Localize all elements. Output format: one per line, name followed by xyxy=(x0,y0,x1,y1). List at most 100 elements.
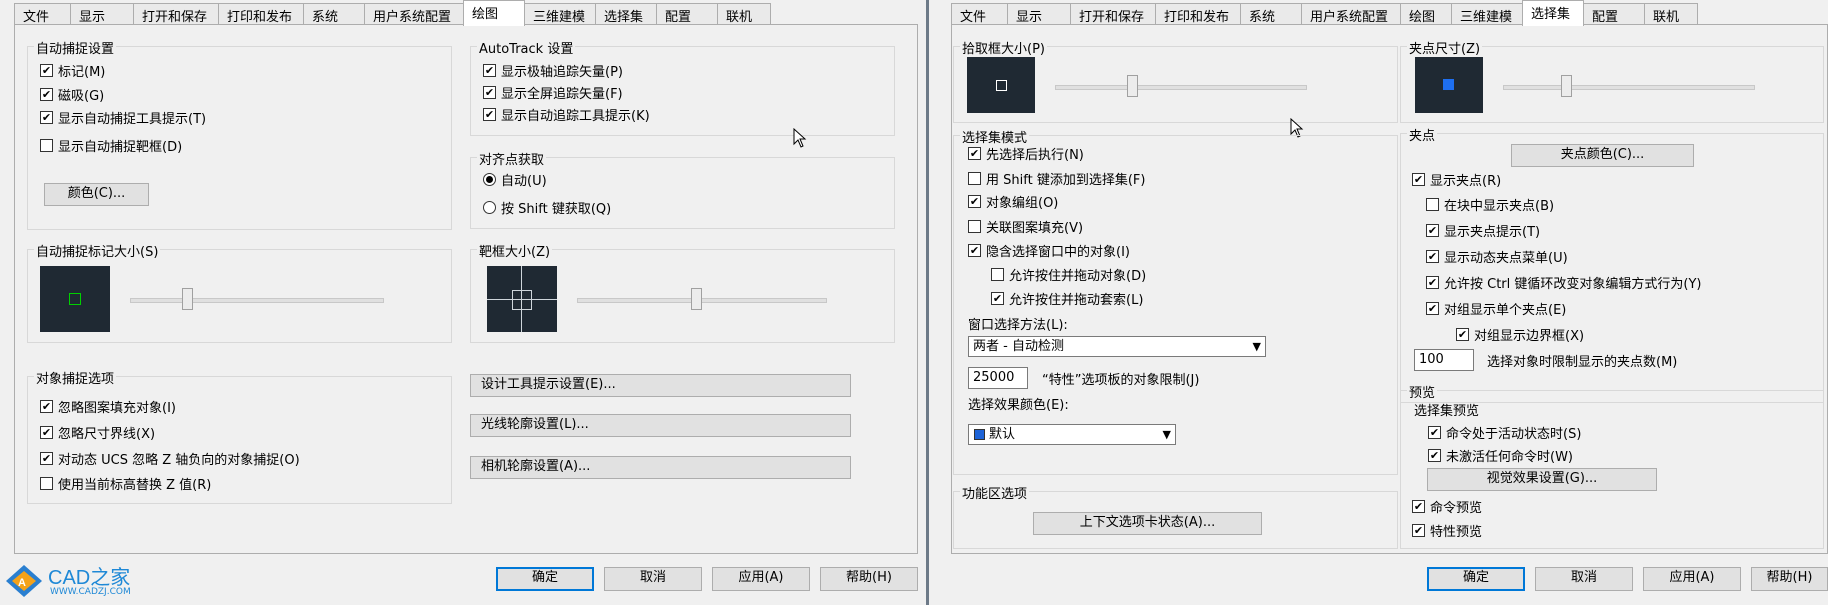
tab-user-preferences[interactable]: 用户系统配置 xyxy=(1301,3,1401,25)
show-grips-checkbox[interactable]: ✔ 显示夹点(R) xyxy=(1412,170,1501,189)
checkbox-unchecked-icon xyxy=(1426,197,1439,211)
shift-add-selection-checkbox[interactable]: 用 Shift 键添加到选择集(F) xyxy=(968,169,1145,188)
ok-button[interactable]: 确定 xyxy=(496,567,594,591)
autosnap-aperture-checkbox[interactable]: 显示自动捕捉靶框(D) xyxy=(40,136,182,155)
implied-windowing-checkbox[interactable]: ✔ 隐含选择窗口中的对象(I) xyxy=(968,241,1130,260)
apply-button[interactable]: 应用(A) xyxy=(712,567,810,591)
grip-size-slider-track[interactable] xyxy=(1503,85,1755,90)
grip-size-slider-thumb[interactable] xyxy=(1561,75,1572,97)
noun-verb-selection-checkbox[interactable]: ✔ 先选择后执行(N) xyxy=(968,144,1084,163)
properties-object-limit-input[interactable]: 25000 xyxy=(968,367,1028,389)
checkbox-checked-icon: ✔ xyxy=(1412,499,1425,513)
single-grip-groups-checkbox[interactable]: ✔ 对组显示单个夹点(E) xyxy=(1426,299,1566,318)
checkbox-unchecked-icon xyxy=(968,219,981,233)
tab-display[interactable]: 显示 xyxy=(70,3,134,25)
tab-system[interactable]: 系统 xyxy=(1240,3,1302,25)
pickbox-icon xyxy=(996,80,1007,91)
checkbox-checked-icon: ✔ xyxy=(991,291,1004,305)
autosnap-color-button[interactable]: 颜色(C)... xyxy=(44,183,149,206)
selection-effect-color-select[interactable]: 默认 ▼ xyxy=(968,424,1176,445)
tab-file[interactable]: 文件 xyxy=(14,3,71,25)
tab-plot-publish[interactable]: 打印和发布 xyxy=(1155,3,1241,25)
tab-selection[interactable]: 选择集 xyxy=(1522,0,1584,26)
tab-selection[interactable]: 选择集 xyxy=(595,3,657,25)
command-preview-checkbox[interactable]: ✔ 命令预览 xyxy=(1412,497,1482,516)
tab-profiles[interactable]: 配置 xyxy=(656,3,718,25)
contextual-tab-states-button[interactable]: 上下文选项卡状态(A)... xyxy=(1033,512,1262,535)
object-grouping-checkbox[interactable]: ✔ 对象编组(O) xyxy=(968,192,1058,211)
autosnap-magnet-checkbox[interactable]: ✔ 磁吸(G) xyxy=(40,85,104,104)
acquire-shift-radio[interactable]: 按 Shift 键获取(Q) xyxy=(483,198,611,217)
design-tooltip-settings-button[interactable]: 设计工具提示设置(E)... xyxy=(470,374,851,397)
tab-profiles[interactable]: 配置 xyxy=(1583,3,1645,25)
aperture-size-slider-track[interactable] xyxy=(577,298,827,303)
preview-when-command-active-checkbox[interactable]: ✔ 命令处于活动状态时(S) xyxy=(1428,423,1581,442)
tab-drafting[interactable]: 绘图 xyxy=(1400,3,1452,25)
replace-z-elevation-checkbox[interactable]: 使用当前标高替换 Z 值(R) xyxy=(40,474,211,493)
checkbox-checked-icon: ✔ xyxy=(1412,523,1425,537)
press-drag-lasso-checkbox[interactable]: ✔ 允许按住并拖动套索(L) xyxy=(991,289,1143,308)
show-grips-in-blocks-checkbox[interactable]: 在块中显示夹点(B) xyxy=(1426,195,1554,214)
aperture-box-icon xyxy=(512,290,532,310)
polar-tracking-vector-checkbox[interactable]: ✔ 显示极轴追踪矢量(P) xyxy=(483,61,623,80)
tab-display[interactable]: 显示 xyxy=(1007,3,1071,25)
visual-effect-settings-button[interactable]: 视觉效果设置(G)... xyxy=(1427,468,1657,491)
cadzj-logo: A CAD之家 WWW.CADZJ.COM xyxy=(4,561,144,601)
grip-colors-button[interactable]: 夹点颜色(C)... xyxy=(1511,144,1694,167)
chevron-down-icon: ▼ xyxy=(1252,340,1261,353)
group-bounding-box-checkbox[interactable]: ✔ 对组显示边界框(X) xyxy=(1456,325,1584,344)
autosnap-marker-checkbox[interactable]: ✔ 标记(M) xyxy=(40,61,105,80)
acquire-automatic-radio[interactable]: 自动(U) xyxy=(483,170,547,189)
pickbox-slider-track[interactable] xyxy=(1055,85,1307,90)
tab-drafting[interactable]: 绘图 xyxy=(463,0,525,26)
grip-size-title: 夹点尺寸(Z) xyxy=(1407,38,1483,57)
property-preview-checkbox[interactable]: ✔ 特性预览 xyxy=(1412,521,1482,540)
tab-file[interactable]: 文件 xyxy=(951,3,1008,25)
alignment-acquisition-title: 对齐点获取 xyxy=(477,149,547,168)
tab-online[interactable]: 联机 xyxy=(717,3,771,25)
ignore-dimension-extension-checkbox[interactable]: ✔ 忽略尺寸界线(X) xyxy=(40,423,155,442)
tab-open-save[interactable]: 打开和保存 xyxy=(133,3,219,25)
tab-user-preferences[interactable]: 用户系统配置 xyxy=(364,3,464,25)
light-glyph-settings-button[interactable]: 光线轮廓设置(L)... xyxy=(470,414,851,437)
fullscreen-tracking-vector-checkbox[interactable]: ✔ 显示全屏追踪矢量(F) xyxy=(483,83,623,102)
dynamic-grip-menu-checkbox[interactable]: ✔ 显示动态夹点菜单(U) xyxy=(1426,247,1568,266)
ribbon-options-group: 功能区选项 上下文选项卡状态(A)... xyxy=(953,483,1398,549)
ok-button[interactable]: 确定 xyxy=(1427,567,1525,591)
help-button[interactable]: 帮助(H) xyxy=(1751,567,1828,591)
window-method-select[interactable]: 两者 - 自动检测 ▼ xyxy=(968,336,1266,357)
selection-effect-color-label: 选择效果颜色(E): xyxy=(968,398,1069,413)
autotrack-tooltip-checkbox[interactable]: ✔ 显示自动追踪工具提示(K) xyxy=(483,105,650,124)
tab-system[interactable]: 系统 xyxy=(303,3,365,25)
checkbox-checked-icon: ✔ xyxy=(968,146,981,160)
checkbox-checked-icon: ✔ xyxy=(968,243,981,257)
cancel-button[interactable]: 取消 xyxy=(604,567,702,591)
selection-modes-group: 选择集模式 ✔ 先选择后执行(N) 用 Shift 键添加到选择集(F) ✔ 对象编… xyxy=(953,127,1398,475)
cancel-button[interactable]: 取消 xyxy=(1535,567,1633,591)
aperture-size-group: 靶框大小(Z) xyxy=(470,241,895,343)
ignore-negative-z-checkbox[interactable]: ✔ 对动态 UCS 忽略 Z 轴负向的对象捕捉(O) xyxy=(40,449,300,468)
grip-display-limit-input[interactable]: 100 xyxy=(1414,349,1474,371)
autosnap-tooltip-checkbox[interactable]: ✔ 显示自动捕捉工具提示(T) xyxy=(40,108,206,127)
ignore-hatch-checkbox[interactable]: ✔ 忽略图案填充对象(I) xyxy=(40,397,176,416)
tab-3d-modeling[interactable]: 三维建模 xyxy=(524,3,596,25)
camera-glyph-settings-button[interactable]: 相机轮廓设置(A)... xyxy=(470,456,851,479)
marker-size-slider-track[interactable] xyxy=(130,298,384,303)
associative-hatch-checkbox[interactable]: 关联图案填充(V) xyxy=(968,217,1083,236)
preview-when-no-command-checkbox[interactable]: ✔ 未激活任何命令时(W) xyxy=(1428,446,1573,465)
aperture-size-slider-thumb[interactable] xyxy=(691,288,702,310)
tab-3d-modeling[interactable]: 三维建模 xyxy=(1451,3,1523,25)
tab-online[interactable]: 联机 xyxy=(1644,3,1698,25)
tab-plot-publish[interactable]: 打印和发布 xyxy=(218,3,304,25)
pickbox-slider-thumb[interactable] xyxy=(1127,75,1138,97)
marker-size-slider-thumb[interactable] xyxy=(182,288,193,310)
show-grip-tips-checkbox[interactable]: ✔ 显示夹点提示(T) xyxy=(1426,221,1540,240)
svg-text:A: A xyxy=(18,577,26,589)
checkbox-unchecked-icon xyxy=(968,171,981,185)
help-button[interactable]: 帮助(H) xyxy=(820,567,918,591)
preview-title: 预览 xyxy=(1407,382,1438,401)
ctrl-cycling-checkbox[interactable]: ✔ 允许按 Ctrl 键循环改变对象编辑方式行为(Y) xyxy=(1426,273,1701,292)
apply-button[interactable]: 应用(A) xyxy=(1643,567,1741,591)
press-drag-object-checkbox[interactable]: 允许按住并拖动对象(D) xyxy=(991,265,1146,284)
tab-open-save[interactable]: 打开和保存 xyxy=(1070,3,1156,25)
